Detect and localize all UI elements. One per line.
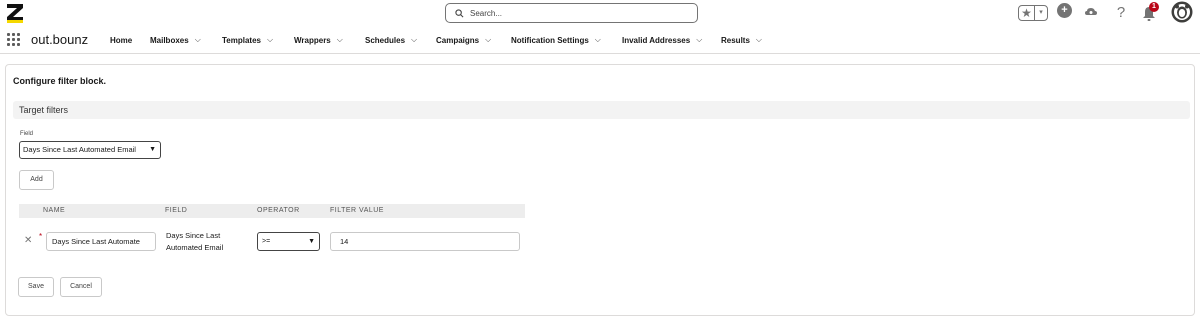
add-icon: +	[1057, 3, 1072, 18]
favorites-button-group[interactable]: ★ ▾	[1018, 5, 1048, 21]
chevron-down-icon: ⌵	[696, 35, 703, 44]
nav-item-schedules[interactable]: Schedules ⌵	[365, 35, 436, 45]
logo-icon[interactable]	[6, 2, 26, 24]
nav-item-notification-settings[interactable]: Notification Settings ⌵	[511, 35, 622, 45]
nav-item-wrappers[interactable]: Wrappers ⌵	[294, 35, 365, 45]
filter-table-header: NAME FIELD OPERATOR FILTER VALUE	[19, 204, 525, 218]
global-actions-button[interactable]: +	[1057, 3, 1072, 18]
filter-name-input[interactable]: Days Since Last Automate	[46, 232, 156, 251]
add-button[interactable]: Add	[19, 170, 54, 190]
column-header-operator: OPERATOR	[257, 207, 300, 214]
chevron-down-icon[interactable]: ▾	[1034, 6, 1047, 20]
global-search[interactable]: Search...	[445, 3, 698, 23]
column-header-filter-value: FILTER VALUE	[330, 207, 384, 214]
nav-item-home[interactable]: Home	[110, 35, 150, 45]
setup-button[interactable]	[1084, 5, 1098, 19]
chevron-down-icon: ⌵	[336, 35, 343, 44]
global-header: Search... ★ ▾ + ? 1	[0, 0, 1200, 28]
chevron-down-icon: ▼	[308, 238, 315, 245]
operator-select[interactable]: >= ▼	[257, 232, 320, 251]
chevron-down-icon: ⌵	[194, 35, 201, 44]
column-header-name: NAME	[43, 207, 66, 214]
cloud-setup-icon	[1085, 8, 1097, 15]
nav-item-campaigns[interactable]: Campaigns ⌵	[436, 35, 511, 45]
close-icon[interactable]: ✕	[24, 235, 32, 246]
save-button[interactable]: Save	[18, 277, 54, 297]
search-icon	[455, 8, 464, 17]
chevron-down-icon: ⌵	[485, 35, 492, 44]
column-header-field: FIELD	[165, 207, 188, 214]
cancel-button[interactable]: Cancel	[60, 277, 102, 297]
filter-field-text: Days Since Last Automated Email	[166, 231, 224, 252]
app-navigation-bar: out.bounz Home Mailboxes ⌵ Templates ⌵ Wra…	[0, 28, 1200, 54]
notification-count-badge: 1	[1149, 2, 1159, 12]
chevron-down-icon: ⌵	[755, 35, 762, 44]
chevron-down-icon: ▼	[149, 146, 156, 153]
section-header-target-filters[interactable]: Target filters	[13, 101, 1190, 119]
nav-item-invalid-addresses[interactable]: Invalid Addresses ⌵	[622, 35, 721, 45]
search-placeholder: Search...	[470, 8, 503, 18]
filter-value-input[interactable]: 14	[330, 232, 520, 251]
avatar-icon[interactable]	[1171, 1, 1193, 23]
required-indicator: *	[39, 232, 43, 241]
chevron-down-icon: ⌵	[411, 35, 418, 44]
nav-item-results[interactable]: Results ⌵	[721, 35, 781, 45]
chevron-down-icon: ⌵	[266, 35, 274, 44]
favorites-star-icon[interactable]: ★	[1019, 6, 1034, 20]
page-title: Configure filter block.	[13, 76, 107, 86]
operator-select-value: >=	[262, 238, 271, 245]
app-name: out.bounz	[31, 32, 89, 47]
field-select-value: Days Since Last Automated Email	[23, 145, 136, 154]
nav-item-mailboxes[interactable]: Mailboxes ⌵	[150, 35, 222, 45]
app-launcher-icon[interactable]	[7, 33, 20, 46]
nav-items: Home Mailboxes ⌵ Templates ⌵ Wrappers ⌵ Sch…	[110, 35, 781, 45]
help-icon[interactable]: ?	[1113, 3, 1129, 23]
field-select[interactable]: Days Since Last Automated Email ▼	[19, 141, 161, 159]
nav-item-templates[interactable]: Templates ⌵	[222, 35, 294, 45]
notifications-button[interactable]: 1	[1142, 2, 1160, 22]
chevron-down-icon: ⌵	[594, 35, 601, 44]
field-label: Field	[20, 131, 34, 137]
filter-block-card: Configure filter block. Target filters F…	[5, 64, 1195, 316]
